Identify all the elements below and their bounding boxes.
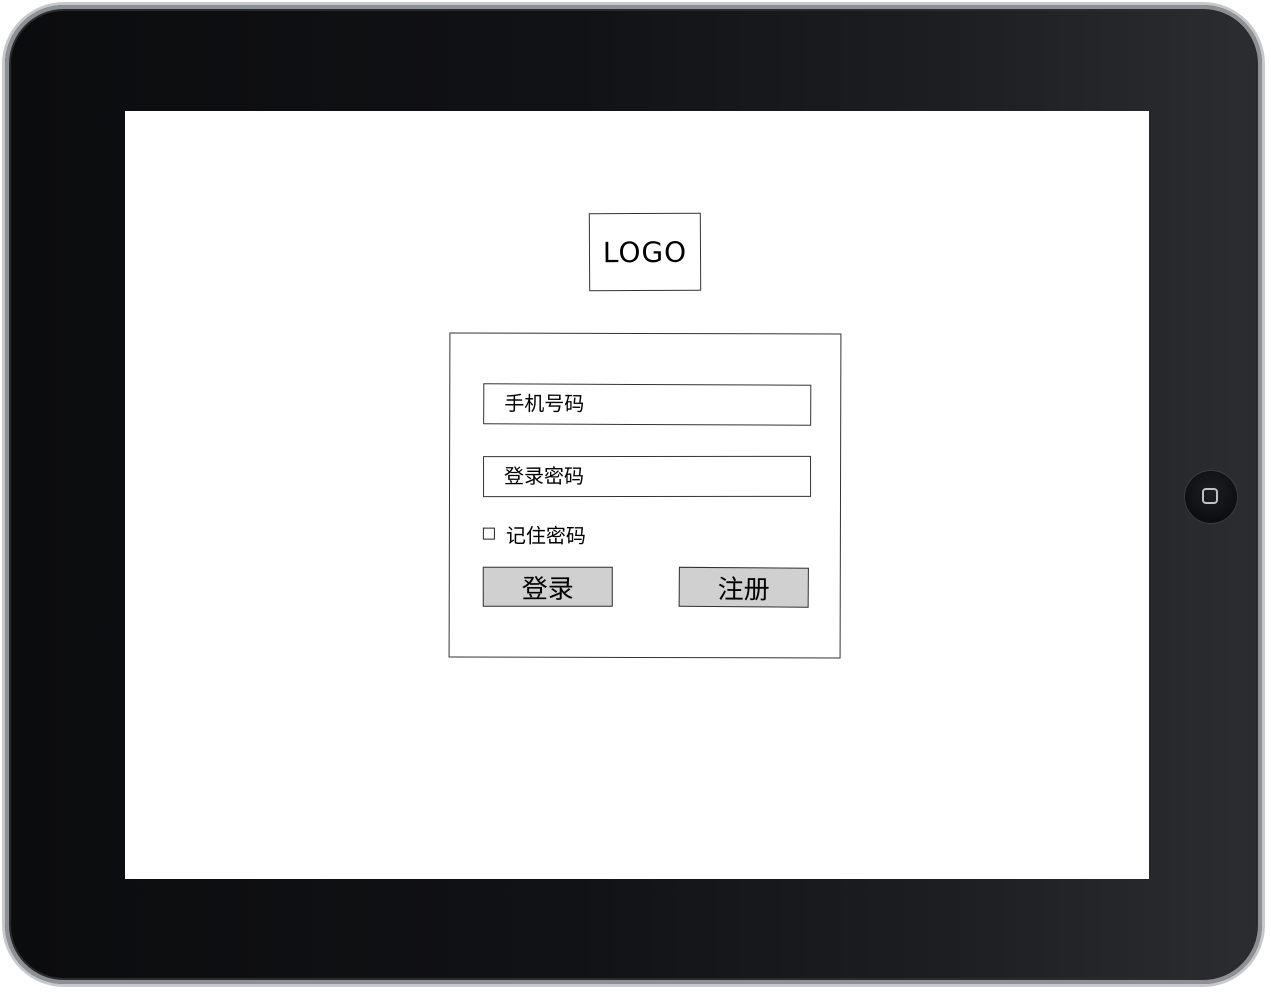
remember-password-label: 记住密码 (505, 523, 586, 548)
password-input[interactable]: 登录密码 (483, 455, 812, 498)
login-panel: 手机号码 登录密码 记住密码 登录 注册 (448, 332, 842, 659)
remember-password-row[interactable]: 记住密码 (482, 520, 586, 548)
screen: LOGO 手机号码 登录密码 记住密码 登录 注册 (125, 111, 1149, 879)
register-button[interactable]: 注册 (678, 566, 809, 608)
logo: LOGO (588, 212, 702, 292)
login-button[interactable]: 登录 (482, 566, 613, 607)
home-square-icon (1202, 488, 1218, 504)
phone-input[interactable]: 手机号码 (483, 383, 812, 426)
home-button[interactable] (1185, 471, 1237, 523)
remember-password-checkbox[interactable] (482, 527, 495, 540)
